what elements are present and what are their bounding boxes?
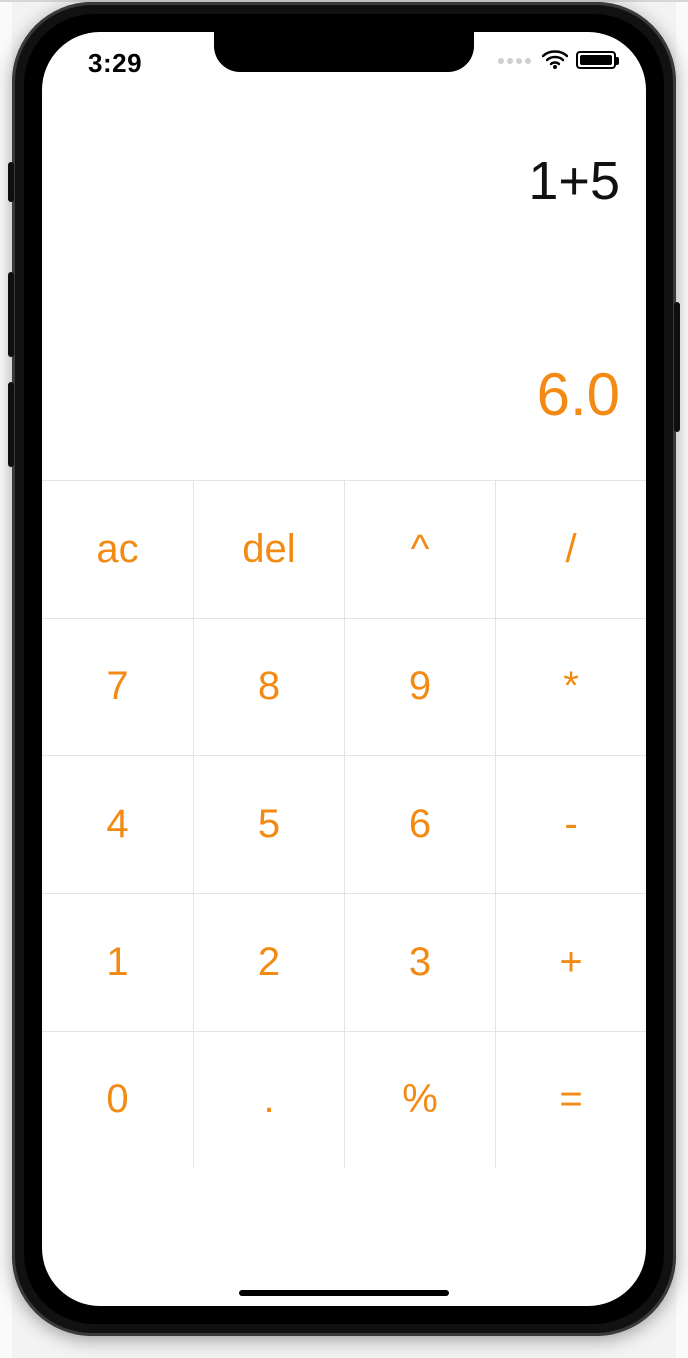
key-seven[interactable]: 7 <box>42 618 193 756</box>
device-notch <box>214 32 474 72</box>
key-ac[interactable]: ac <box>42 480 193 618</box>
result-text: 6.0 <box>68 360 620 440</box>
device-frame: 3:29 <box>12 2 676 1336</box>
key-five[interactable]: 5 <box>193 755 344 893</box>
key-eight[interactable]: 8 <box>193 618 344 756</box>
home-indicator[interactable] <box>239 1290 449 1296</box>
key-plus[interactable]: + <box>495 893 646 1031</box>
volume-down-button <box>8 382 14 467</box>
calculator-keypad: ac del ^ / 7 8 9 * 4 5 6 - 1 2 3 + 0 <box>42 480 646 1306</box>
key-four[interactable]: 4 <box>42 755 193 893</box>
key-equals[interactable]: = <box>495 1031 646 1169</box>
bg-strip <box>676 0 688 1358</box>
volume-up-button <box>8 272 14 357</box>
key-power[interactable]: ^ <box>344 480 495 618</box>
key-zero[interactable]: 0 <box>42 1031 193 1169</box>
battery-icon <box>576 51 616 69</box>
key-one[interactable]: 1 <box>42 893 193 1031</box>
key-dot[interactable]: . <box>193 1031 344 1169</box>
key-percent[interactable]: % <box>344 1031 495 1169</box>
key-two[interactable]: 2 <box>193 893 344 1031</box>
wifi-icon <box>542 50 568 70</box>
mute-switch <box>8 162 14 202</box>
key-del[interactable]: del <box>193 480 344 618</box>
key-three[interactable]: 3 <box>344 893 495 1031</box>
key-multiply[interactable]: * <box>495 618 646 756</box>
calculator-display: 1+5 6.0 <box>42 90 646 480</box>
key-six[interactable]: 6 <box>344 755 495 893</box>
bg-strip <box>0 0 12 1358</box>
status-time: 3:29 <box>88 48 142 79</box>
cellular-dots-icon <box>498 51 534 69</box>
expression-text: 1+5 <box>68 150 620 230</box>
key-divide[interactable]: / <box>495 480 646 618</box>
key-minus[interactable]: - <box>495 755 646 893</box>
key-nine[interactable]: 9 <box>344 618 495 756</box>
power-button <box>674 302 680 432</box>
